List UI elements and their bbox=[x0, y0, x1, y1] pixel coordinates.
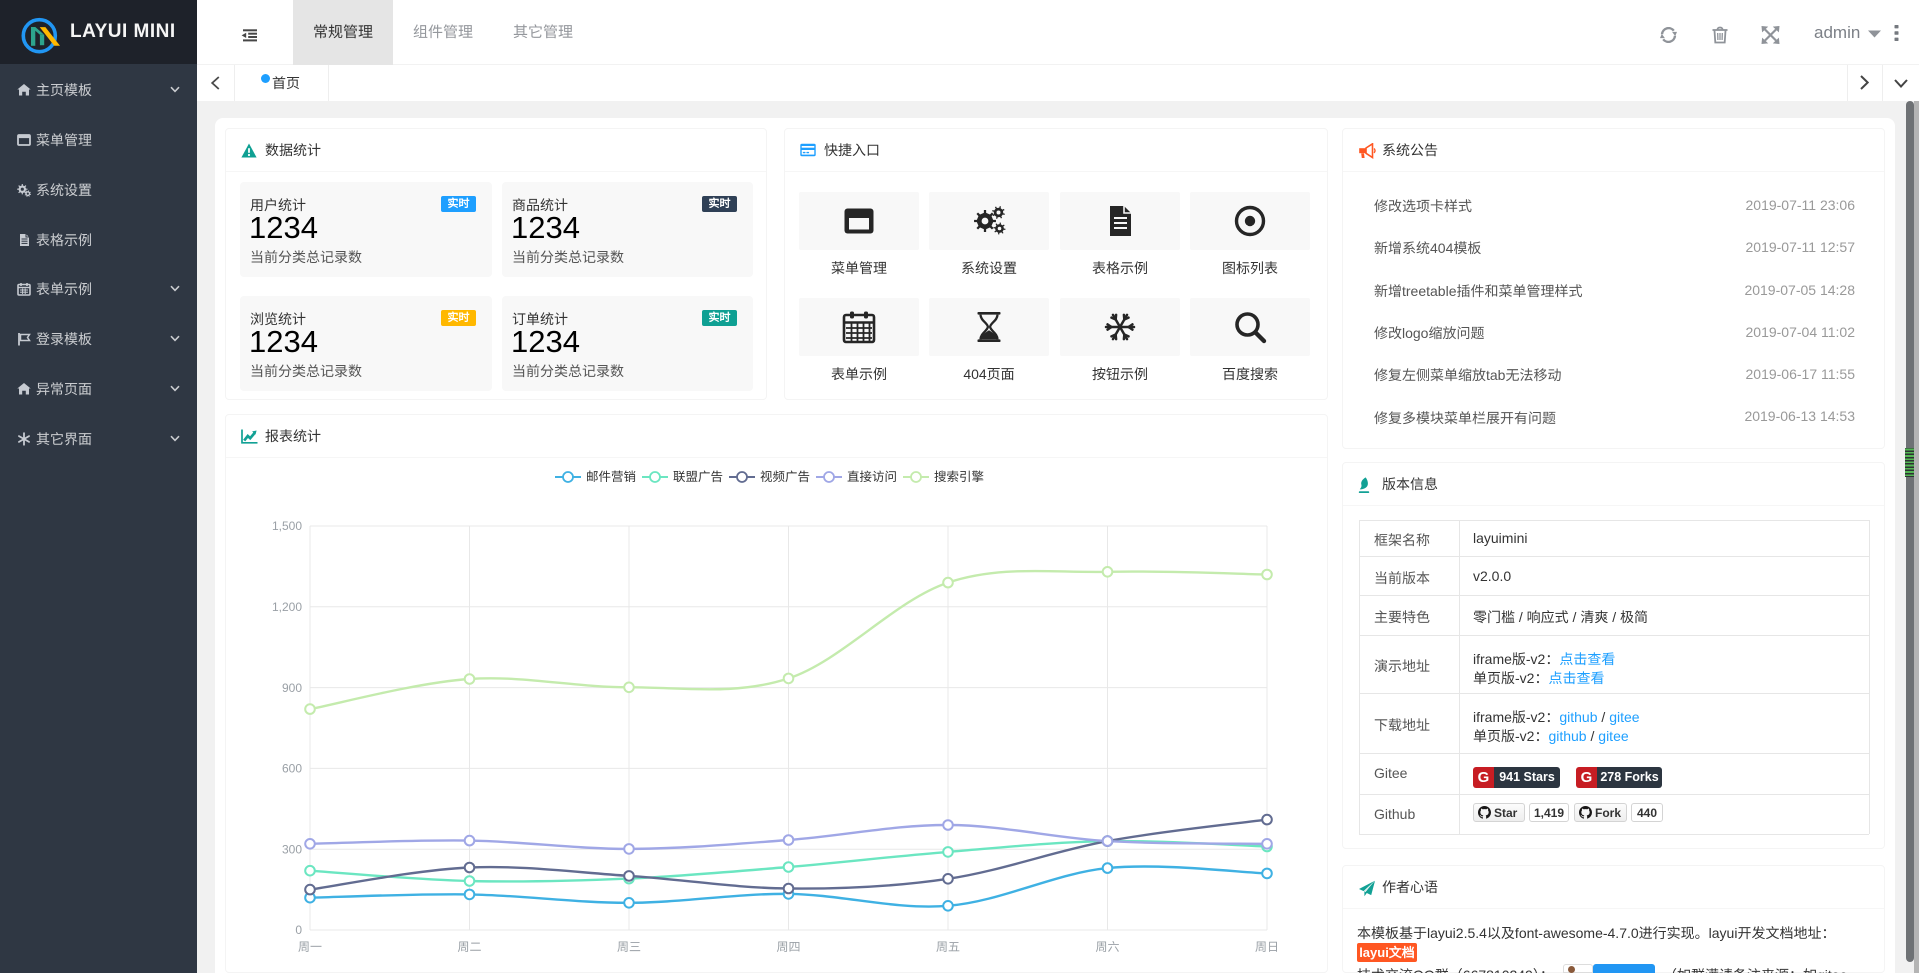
svg-text:1,200: 1,200 bbox=[272, 600, 302, 614]
svg-text:周一: 周一 bbox=[298, 940, 322, 954]
svg-text:900: 900 bbox=[282, 681, 302, 695]
svg-text:1,500: 1,500 bbox=[272, 519, 302, 533]
svg-text:周五: 周五 bbox=[936, 940, 960, 954]
svg-text:周六: 周六 bbox=[1095, 940, 1119, 954]
svg-text:周四: 周四 bbox=[776, 940, 800, 954]
svg-text:0: 0 bbox=[295, 923, 302, 937]
svg-text:邮件营销: 邮件营销 bbox=[586, 470, 636, 484]
svg-text:视频广告: 视频广告 bbox=[760, 470, 810, 484]
svg-text:300: 300 bbox=[282, 842, 302, 856]
svg-text:周二: 周二 bbox=[457, 940, 481, 954]
svg-text:直接访问: 直接访问 bbox=[847, 470, 897, 484]
svg-text:周三: 周三 bbox=[617, 940, 641, 954]
svg-text:联盟广告: 联盟广告 bbox=[673, 470, 723, 484]
svg-text:周日: 周日 bbox=[1255, 940, 1279, 954]
svg-text:600: 600 bbox=[282, 762, 302, 776]
svg-text:搜索引擎: 搜索引擎 bbox=[934, 470, 984, 484]
